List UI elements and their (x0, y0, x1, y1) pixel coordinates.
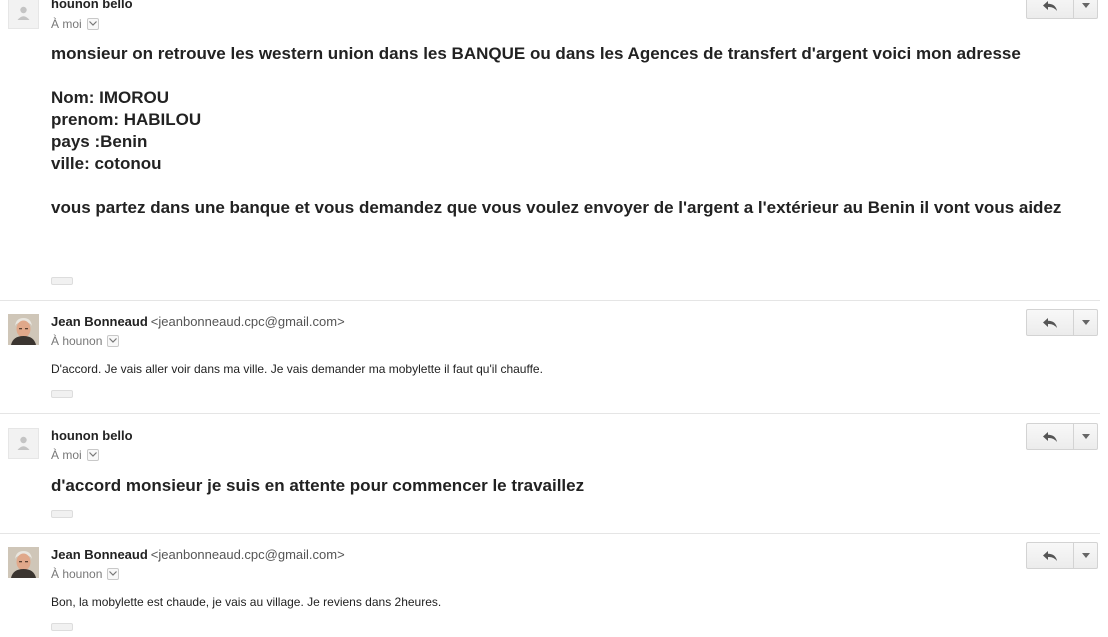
reply-icon (1043, 431, 1058, 442)
person-placeholder-icon (17, 6, 30, 20)
body-line: ville: cotonou (51, 154, 162, 173)
user-photo (8, 314, 39, 345)
recipient-line: À hounon (51, 334, 120, 348)
user-photo (8, 547, 39, 578)
reply-button[interactable] (1026, 309, 1075, 336)
body-line: vous partez dans une banque et vous dema… (51, 198, 1062, 217)
more-options-button[interactable] (1074, 542, 1098, 569)
body-line (51, 175, 1091, 197)
message-divider (0, 413, 1100, 414)
recipient-line: À hounon (51, 567, 120, 581)
caret-down-icon[interactable] (107, 567, 120, 580)
reply-button[interactable] (1026, 0, 1075, 19)
body-line: pays :Benin (51, 132, 148, 151)
reply-button-group (1026, 542, 1098, 569)
body-line: d'accord monsieur je suis en attente pou… (51, 476, 585, 495)
reply-button[interactable] (1026, 542, 1075, 569)
reply-icon (1043, 317, 1058, 328)
message-divider (0, 533, 1100, 534)
chevron-down-icon (1081, 553, 1090, 558)
sender[interactable]: Jean Bonneaud <jeanbonneaud.cpc@gmail.com… (51, 547, 345, 562)
reply-button-group (1026, 309, 1098, 336)
sender-email: <jeanbonneaud.cpc@gmail.com> (150, 314, 345, 329)
sender[interactable]: hounon bello (51, 428, 133, 443)
sender-email: <jeanbonneaud.cpc@gmail.com> (150, 547, 345, 562)
message-body: monsieur on retrouve les western union d… (51, 43, 1091, 219)
show-trimmed-content-button[interactable] (51, 277, 73, 285)
person-placeholder-icon (17, 436, 30, 450)
reply-icon (1043, 0, 1058, 11)
message-divider (0, 300, 1100, 301)
caret-down-icon[interactable] (107, 334, 120, 347)
reply-button[interactable] (1026, 423, 1075, 450)
body-line: prenom: HABILOU (51, 110, 202, 129)
more-options-button[interactable] (1074, 0, 1098, 19)
reply-icon (1043, 550, 1058, 561)
body-line (51, 65, 1091, 87)
recipient-line: À moi (51, 448, 99, 462)
show-trimmed-content-button[interactable] (51, 623, 73, 631)
message-body: d'accord monsieur je suis en attente pou… (51, 475, 1091, 497)
avatar (8, 428, 39, 459)
recipient-label: À hounon (51, 567, 103, 581)
sender-name[interactable]: Jean Bonneaud (51, 547, 148, 562)
avatar (8, 0, 39, 29)
message-body: D'accord. Je vais aller voir dans ma vil… (51, 362, 543, 376)
chevron-down-icon (1081, 434, 1090, 439)
sender-name[interactable]: Jean Bonneaud (51, 314, 148, 329)
message-body: Bon, la mobylette est chaude, je vais au… (51, 595, 442, 609)
show-trimmed-content-button[interactable] (51, 390, 73, 398)
reply-button-group (1026, 0, 1098, 19)
chevron-down-icon (1081, 3, 1090, 8)
caret-down-icon[interactable] (86, 448, 99, 461)
body-line: Nom: IMOROU (51, 88, 170, 107)
more-options-button[interactable] (1074, 423, 1098, 450)
show-trimmed-content-button[interactable] (51, 510, 73, 518)
sender[interactable]: hounon bello (51, 0, 133, 11)
caret-down-icon[interactable] (86, 17, 99, 30)
recipient-label: À moi (51, 17, 82, 31)
sender-name[interactable]: hounon bello (51, 0, 133, 11)
avatar (8, 547, 39, 578)
reply-button-group (1026, 423, 1098, 450)
more-options-button[interactable] (1074, 309, 1098, 336)
sender[interactable]: Jean Bonneaud <jeanbonneaud.cpc@gmail.com… (51, 314, 345, 329)
recipient-line: À moi (51, 17, 99, 31)
body-line: monsieur on retrouve les western union d… (51, 44, 1021, 63)
recipient-label: À hounon (51, 334, 103, 348)
sender-name[interactable]: hounon bello (51, 428, 133, 443)
avatar (8, 314, 39, 345)
recipient-label: À moi (51, 448, 82, 462)
chevron-down-icon (1081, 320, 1090, 325)
